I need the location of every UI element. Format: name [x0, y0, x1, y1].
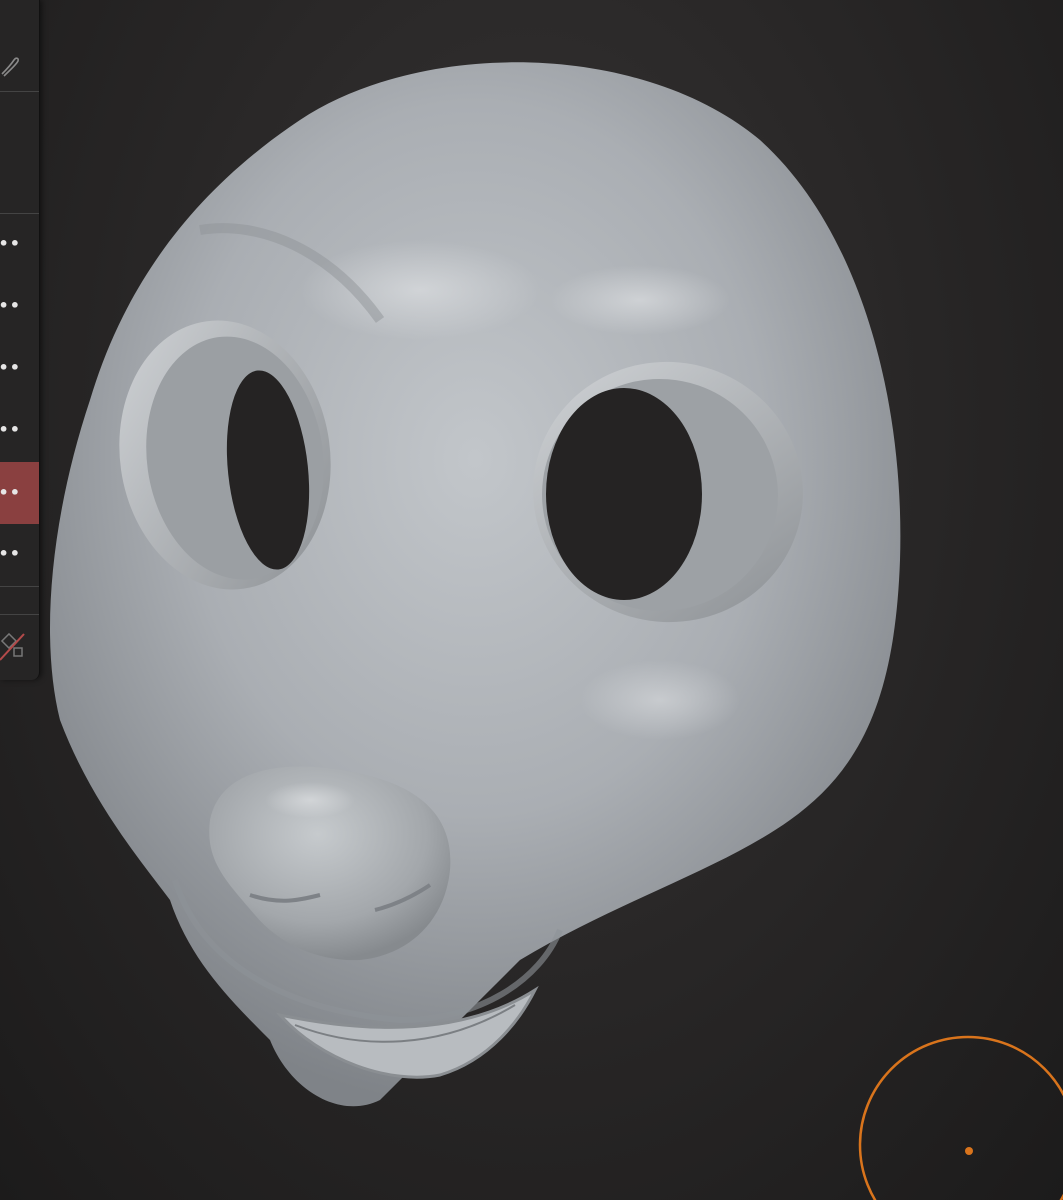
layer-row-5-active[interactable]: •••: [0, 462, 39, 524]
panel-divider: [0, 213, 39, 214]
layer-options-dots[interactable]: •••: [0, 485, 21, 501]
layer-options-dots[interactable]: •••: [0, 298, 21, 314]
panel-divider: [0, 586, 39, 587]
panel-divider: [0, 614, 39, 615]
layer-row-2[interactable]: •••: [0, 289, 39, 323]
sculpt-model[interactable]: [0, 0, 1063, 1200]
brush-radius-cursor: [858, 1035, 1063, 1200]
brush-link-icon[interactable]: [0, 52, 22, 78]
brush-center-dot: [965, 1147, 973, 1155]
layer-options-dots[interactable]: •••: [0, 422, 21, 438]
layer-options-dots[interactable]: •••: [0, 236, 21, 252]
visibility-off-icon[interactable]: [0, 630, 28, 664]
layers-panel: ••• ••• ••• ••• ••• •••: [0, 0, 40, 680]
3d-viewport[interactable]: [0, 0, 1063, 1200]
layer-options-dots[interactable]: •••: [0, 546, 21, 562]
layer-options-dots[interactable]: •••: [0, 360, 21, 376]
layer-row-4[interactable]: •••: [0, 413, 39, 447]
head-mesh: [50, 62, 901, 1107]
panel-divider: [0, 91, 39, 92]
layer-row-3[interactable]: •••: [0, 351, 39, 385]
right-eye-opening: [546, 388, 702, 600]
layer-row-6[interactable]: •••: [0, 537, 39, 571]
layer-row-1[interactable]: •••: [0, 227, 39, 261]
